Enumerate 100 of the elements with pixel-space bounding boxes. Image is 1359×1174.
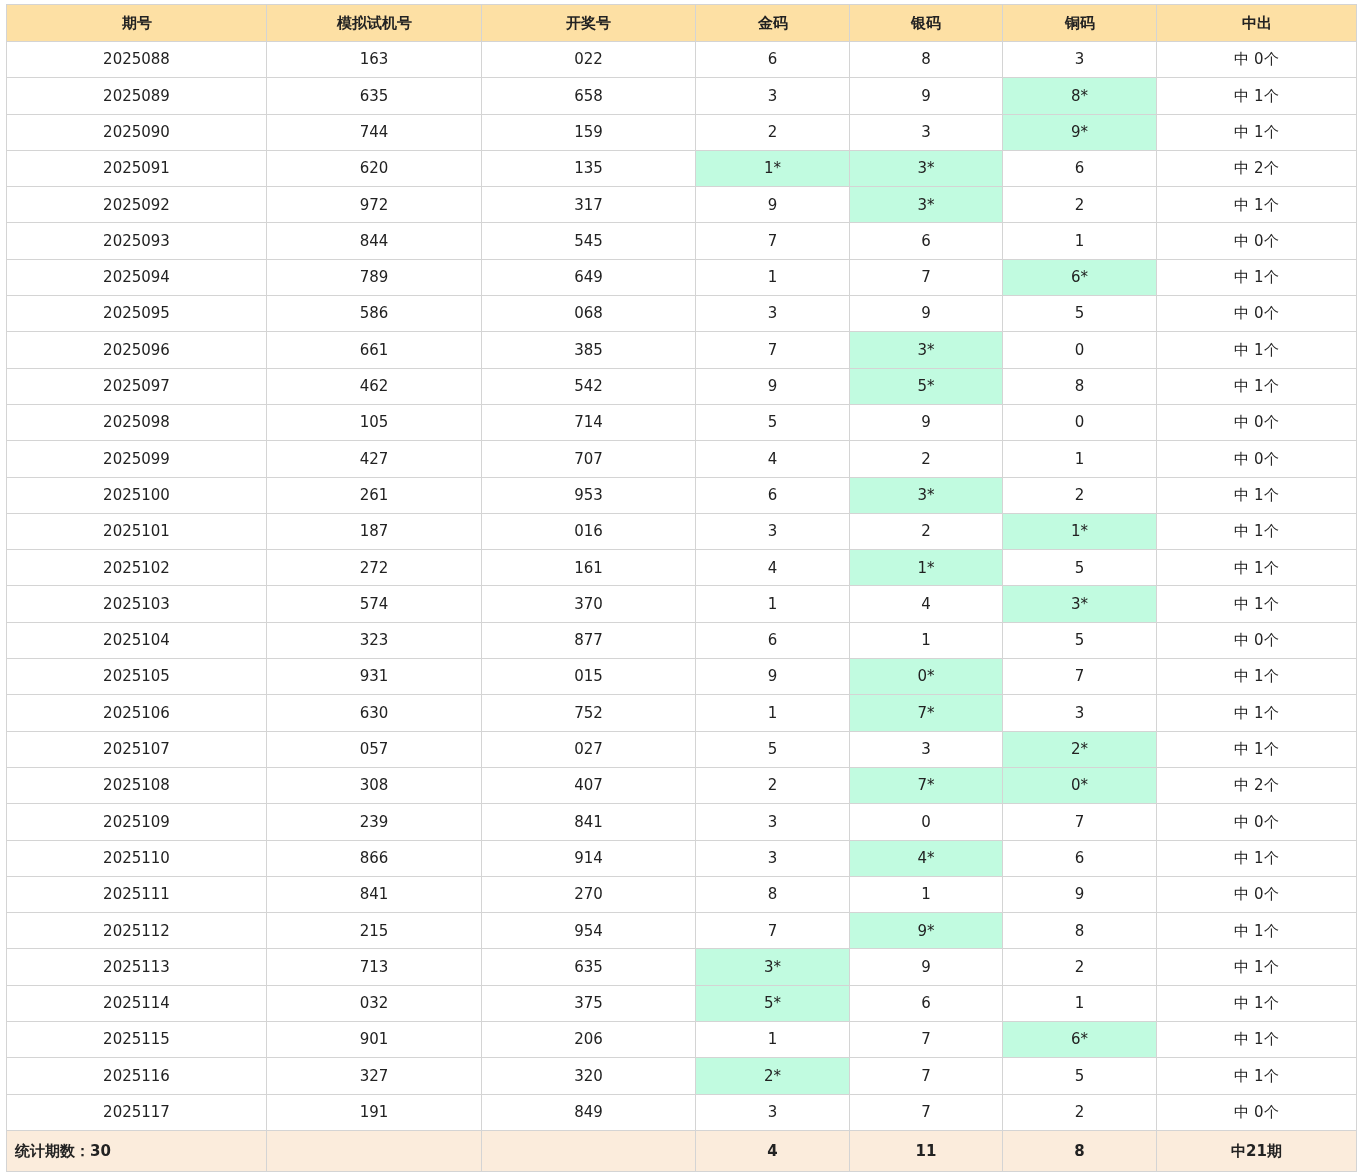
table-cell: 261 [266,477,482,514]
table-cell: 317 [481,186,696,223]
table-cell: 841 [481,803,696,841]
table-cell: 385 [481,331,696,369]
table-cell: 375 [481,985,696,1022]
table-cell: 1 [1002,223,1157,260]
table-cell: 327 [266,1057,482,1095]
table-cell: 2* [695,1057,850,1095]
table-cell: 5 [695,731,850,768]
table-cell: 953 [481,477,696,514]
table-cell: 744 [266,114,482,151]
table-cell: 2 [1002,186,1157,223]
table-cell: 9 [695,368,850,405]
table-cell: 中 1个 [1156,912,1357,949]
table-cell: 427 [266,440,482,478]
table-cell: 0 [1002,331,1157,369]
table-cell: 中 0个 [1156,876,1357,913]
column-header: 期号 [6,4,267,42]
table-cell: 7 [849,259,1003,296]
table-cell: 2* [1002,731,1157,768]
table-cell: 9 [849,77,1003,115]
table-cell: 272 [266,549,482,586]
table-cell: 中 0个 [1156,803,1357,841]
table-cell: 015 [481,658,696,695]
table-cell: 3 [1002,41,1157,78]
table-cell: 9 [695,186,850,223]
table-cell: 5 [1002,622,1157,659]
table-cell: 3* [849,331,1003,369]
table-cell: 789 [266,259,482,296]
table-cell: 7* [849,767,1003,804]
table-cell: 6 [1002,840,1157,877]
table-cell: 中 1个 [1156,1057,1357,1095]
table-cell: 中 0个 [1156,41,1357,78]
table-cell: 7 [849,1094,1003,1131]
table-cell: 2025103 [6,585,267,623]
table-cell: 135 [481,150,696,187]
table-cell: 5 [1002,549,1157,586]
table-cell: 1* [849,549,1003,586]
table-cell: 3 [695,803,850,841]
table-cell: 630 [266,694,482,732]
table-cell: 2025102 [6,549,267,586]
table-cell: 2025099 [6,440,267,478]
table-cell: 2025095 [6,295,267,332]
table-cell: 901 [266,1021,482,1058]
table-cell: 3 [695,295,850,332]
table-cell: 2025108 [6,767,267,804]
table-cell: 4 [849,585,1003,623]
column-header: 开奖号 [481,4,696,42]
table-cell: 中 1个 [1156,114,1357,151]
table-cell: 9 [1002,876,1157,913]
table-cell: 4* [849,840,1003,877]
table-cell: 中 1个 [1156,259,1357,296]
table-cell: 1 [695,585,850,623]
table-cell: 545 [481,223,696,260]
table-cell: 1* [695,150,850,187]
table-cell: 2025115 [6,1021,267,1058]
table-cell: 6 [849,985,1003,1022]
table-cell: 9 [849,948,1003,986]
table-cell: 3* [849,150,1003,187]
table-cell: 954 [481,912,696,949]
table-cell: 187 [266,513,482,550]
table-cell: 5 [1002,1057,1157,1095]
table-cell: 462 [266,368,482,405]
table-cell: 2 [1002,948,1157,986]
total-cell: 中21期 [1156,1130,1357,1172]
table-cell: 841 [266,876,482,913]
table-cell: 057 [266,731,482,768]
table-cell: 1 [1002,985,1157,1022]
table-cell: 8 [1002,912,1157,949]
table-cell: 972 [266,186,482,223]
table-cell: 239 [266,803,482,841]
table-cell: 323 [266,622,482,659]
table-cell: 2025090 [6,114,267,151]
table-cell: 370 [481,585,696,623]
table-cell: 161 [481,549,696,586]
table-cell: 8 [695,876,850,913]
table-cell: 3* [849,477,1003,514]
table-cell: 6* [1002,1021,1157,1058]
table-cell: 3 [695,1094,850,1131]
total-cell: 8 [1002,1130,1157,1172]
table-cell: 中 1个 [1156,186,1357,223]
table-cell: 6* [1002,259,1157,296]
table-cell: 中 1个 [1156,331,1357,369]
table-cell: 3 [695,840,850,877]
table-cell: 542 [481,368,696,405]
table-cell: 7* [849,694,1003,732]
table-cell: 1* [1002,513,1157,550]
table-cell: 9* [849,912,1003,949]
total-cell: 11 [849,1130,1003,1172]
table-cell: 6 [1002,150,1157,187]
table-cell: 635 [481,948,696,986]
table-cell: 3 [695,513,850,550]
table-cell: 032 [266,985,482,1022]
column-header: 中出 [1156,4,1357,42]
table-cell: 中 1个 [1156,513,1357,550]
summary-label: 统计期数：30 [6,1130,267,1172]
table-cell: 中 0个 [1156,1094,1357,1131]
table-cell: 0 [849,803,1003,841]
table-cell: 620 [266,150,482,187]
table-cell: 1 [695,694,850,732]
